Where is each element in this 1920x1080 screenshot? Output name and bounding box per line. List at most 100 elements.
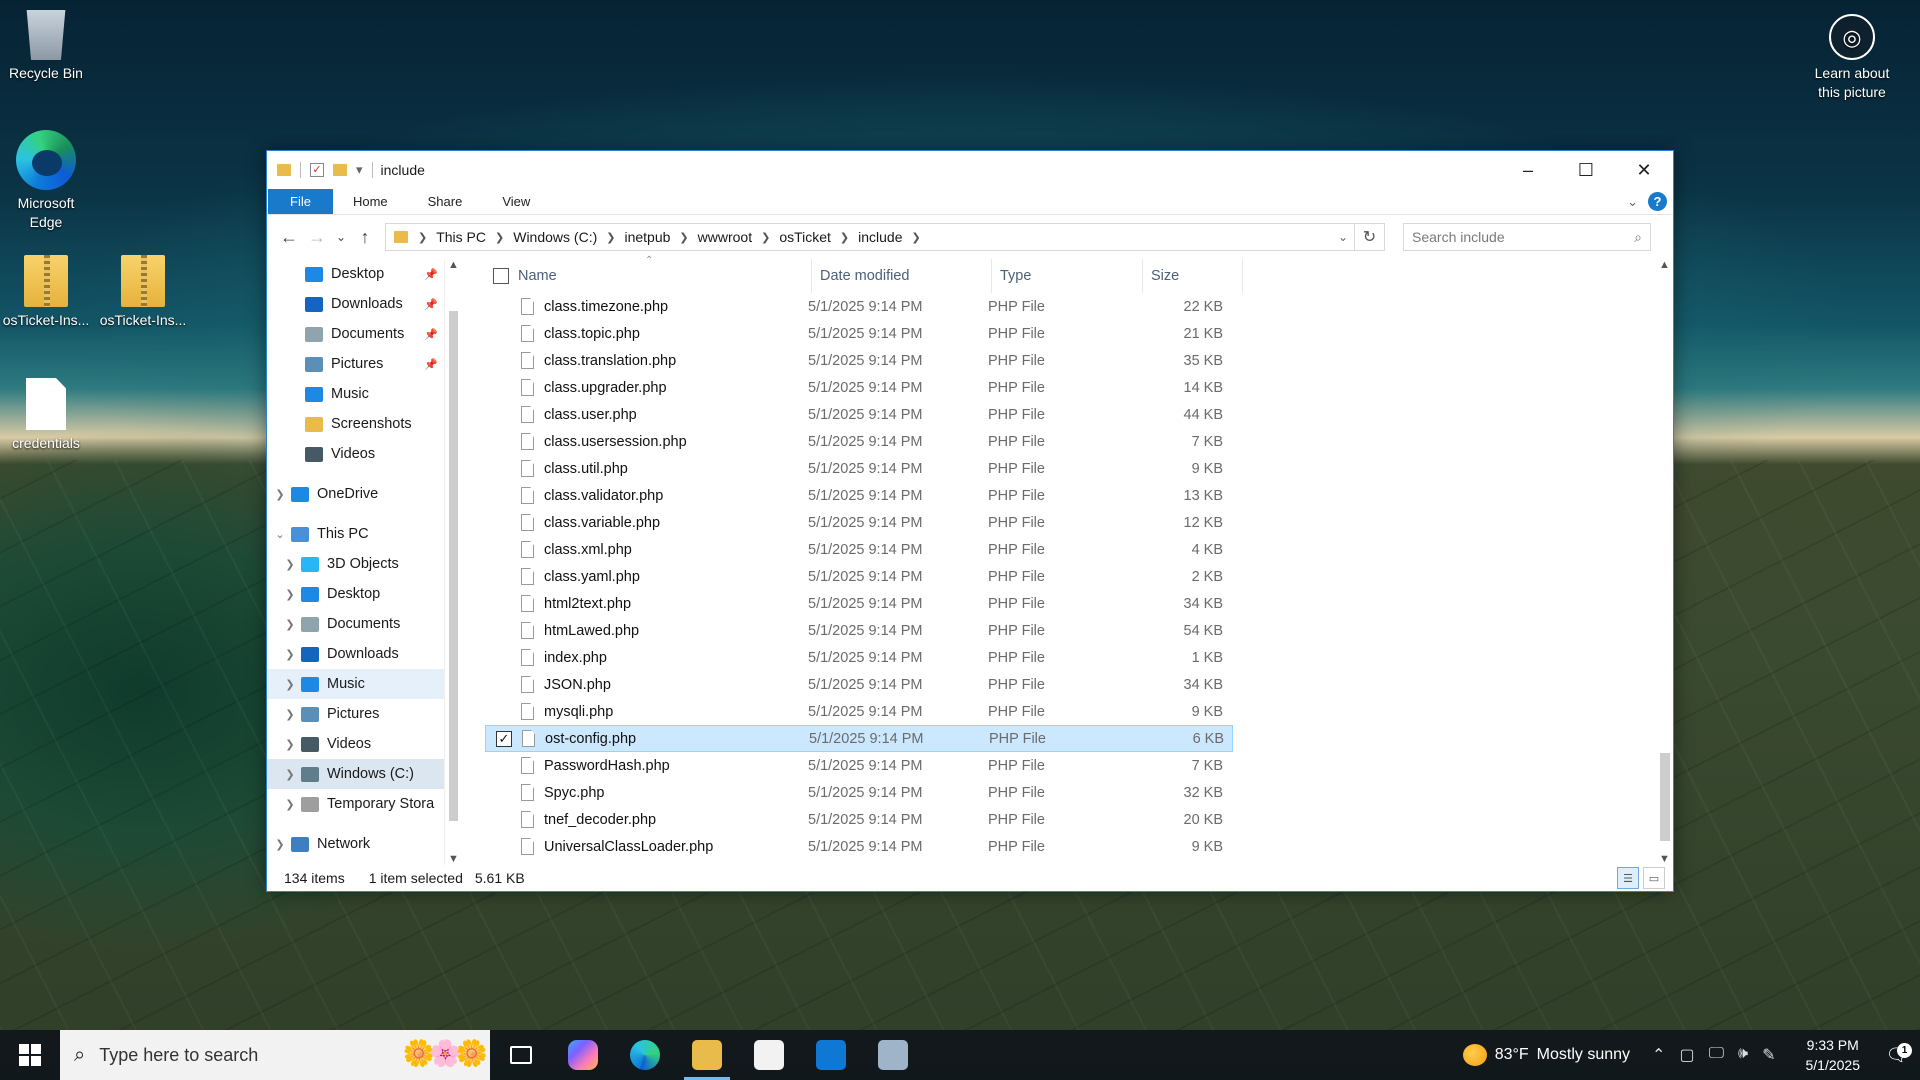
chevron-right-icon[interactable]: ❯	[283, 558, 297, 571]
column-size[interactable]: Size	[1143, 259, 1243, 293]
address-bar[interactable]: ❯ This PC ❯ Windows (C:) ❯ inetpub ❯ www…	[385, 223, 1355, 251]
help-icon[interactable]: ?	[1648, 192, 1667, 211]
taskbar-task-view-button[interactable]	[490, 1030, 552, 1080]
breadcrumb-inetpub[interactable]: inetpub	[619, 229, 675, 245]
chevron-right-icon[interactable]: ❯	[675, 231, 692, 244]
file-row[interactable]: htmLawed.php 5/1/2025 9:14 PM PHP File 54 K…	[485, 617, 1233, 644]
breadcrumb-wwwroot[interactable]: wwwroot	[693, 229, 757, 245]
chevron-right-icon[interactable]: ❯	[273, 838, 287, 851]
chevron-right-icon[interactable]: ❯	[283, 708, 297, 721]
scroll-up-icon[interactable]: ▲	[445, 259, 462, 271]
scrollbar-thumb[interactable]	[1660, 753, 1670, 841]
desktop-icon-recycle-bin[interactable]: Recycle Bin	[0, 10, 94, 83]
nav-item-pc-windows-c-[interactable]: ❯ Windows (C:)	[267, 759, 444, 789]
start-button[interactable]	[0, 1030, 60, 1080]
chevron-down-icon[interactable]: ⌄	[1338, 230, 1354, 244]
file-row[interactable]: tnef_decoder.php 5/1/2025 9:14 PM PHP File…	[485, 806, 1233, 833]
nav-item-pc-documents[interactable]: ❯ Documents	[267, 609, 444, 639]
properties-icon[interactable]: ✓	[310, 163, 324, 177]
details-view-icon[interactable]: ☰	[1617, 867, 1639, 889]
file-row[interactable]: JSON.php 5/1/2025 9:14 PM PHP File 34 KB	[485, 671, 1233, 698]
nav-item-videos[interactable]: Videos	[267, 439, 444, 469]
maximize-button[interactable]: ☐	[1557, 151, 1615, 189]
chevron-right-icon[interactable]: ❯	[283, 738, 297, 751]
file-row[interactable]: class.user.php 5/1/2025 9:14 PM PHP File 44…	[485, 401, 1233, 428]
column-type[interactable]: Type	[992, 259, 1143, 293]
chevron-right-icon[interactable]: ❯	[283, 588, 297, 601]
file-row[interactable]: Spyc.php 5/1/2025 9:14 PM PHP File 32 KB	[485, 779, 1233, 806]
nav-item-pc-music[interactable]: ❯ Music	[267, 669, 444, 699]
tab-share[interactable]: Share	[408, 189, 483, 214]
file-row[interactable]: class.variable.php 5/1/2025 9:14 PM PHP Fi…	[485, 509, 1233, 536]
desktop-icon-credentials[interactable]: credentials	[0, 378, 94, 453]
breadcrumb-include[interactable]: include	[853, 229, 907, 245]
scrollbar-thumb[interactable]	[449, 311, 458, 821]
volume-icon[interactable]: 🕪	[1738, 1045, 1748, 1065]
file-row[interactable]: class.util.php 5/1/2025 9:14 PM PHP File 9 …	[485, 455, 1233, 482]
file-scrollbar[interactable]: ▲ ▼	[1656, 259, 1673, 865]
nav-item-pc-downloads[interactable]: ❯ Downloads	[267, 639, 444, 669]
file-row[interactable]: class.translation.php 5/1/2025 9:14 PM PHP…	[485, 347, 1233, 374]
nav-item-pc-pictures[interactable]: ❯ Pictures	[267, 699, 444, 729]
row-checkbox[interactable]: ✓	[496, 730, 512, 747]
nav-item-pc-desktop[interactable]: ❯ Desktop	[267, 579, 444, 609]
expand-ribbon-icon[interactable]: ⌄	[1627, 194, 1638, 210]
desktop-icon-osticket-2[interactable]: osTicket-Ins...	[95, 255, 191, 330]
file-row[interactable]: UniversalClassLoader.php 5/1/2025 9:14 PM…	[485, 833, 1233, 860]
chevron-right-icon[interactable]: ❯	[836, 231, 853, 244]
file-row[interactable]: html2text.php 5/1/2025 9:14 PM PHP File 34 …	[485, 590, 1233, 617]
taskbar-file-explorer-button[interactable]	[676, 1030, 738, 1080]
breadcrumb-windows-c[interactable]: Windows (C:)	[508, 229, 602, 245]
up-button[interactable]: ↑	[351, 227, 379, 248]
network-icon[interactable]: 🖵	[1709, 1045, 1724, 1065]
chevron-down-icon[interactable]: ⌄	[273, 528, 287, 541]
taskbar-edge-button[interactable]	[614, 1030, 676, 1080]
clock[interactable]: 9:33 PM 5/1/2025	[1792, 1035, 1875, 1075]
nav-scrollbar[interactable]: ▲ ▼	[444, 259, 461, 865]
nav-item-documents[interactable]: Documents 📌	[267, 319, 444, 349]
scroll-down-icon[interactable]: ▼	[445, 853, 462, 865]
pen-icon[interactable]: ✎	[1762, 1045, 1775, 1065]
file-row[interactable]: index.php 5/1/2025 9:14 PM PHP File 1 KB	[485, 644, 1233, 671]
nav-item-downloads[interactable]: Downloads 📌	[267, 289, 444, 319]
nav-item-pc-videos[interactable]: ❯ Videos	[267, 729, 444, 759]
refresh-button[interactable]: ↻	[1355, 223, 1385, 251]
chevron-right-icon[interactable]: ❯	[273, 488, 287, 501]
taskbar-server-manager-button[interactable]	[862, 1030, 924, 1080]
column-name[interactable]: Name ⌃	[485, 255, 812, 293]
scroll-up-icon[interactable]: ▲	[1656, 259, 1673, 271]
chevron-right-icon[interactable]: ❯	[283, 768, 297, 781]
back-button[interactable]: ←	[275, 227, 303, 248]
taskbar-outlook-button[interactable]	[800, 1030, 862, 1080]
file-row[interactable]: class.topic.php 5/1/2025 9:14 PM PHP File 2…	[485, 320, 1233, 347]
nav-item-onedrive[interactable]: ❯ OneDrive	[267, 479, 444, 509]
chevron-right-icon[interactable]: ❯	[602, 231, 619, 244]
nav-item-pictures[interactable]: Pictures 📌	[267, 349, 444, 379]
tab-file[interactable]: File	[268, 189, 333, 214]
nav-item-pc-temporary-stora[interactable]: ❯ Temporary Stora	[267, 789, 444, 819]
tab-home[interactable]: Home	[333, 189, 408, 214]
forward-button[interactable]: →	[303, 227, 331, 248]
nav-item-desktop[interactable]: Desktop 📌	[267, 259, 444, 289]
chevron-right-icon[interactable]: ❯	[283, 618, 297, 631]
chevron-right-icon[interactable]: ❯	[908, 231, 925, 244]
notification-center[interactable]: 🗨 1	[1874, 1042, 1920, 1066]
nav-item-this-pc[interactable]: ⌄ This PC	[267, 519, 444, 549]
new-folder-icon[interactable]	[333, 164, 347, 176]
device-icon[interactable]: ▢	[1679, 1045, 1694, 1065]
large-icons-view-icon[interactable]: ▭	[1643, 867, 1665, 889]
file-row[interactable]: class.yaml.php 5/1/2025 9:14 PM PHP File 2 …	[485, 563, 1233, 590]
chevron-right-icon[interactable]: ❯	[414, 231, 431, 244]
chevron-right-icon[interactable]: ❯	[491, 231, 508, 244]
close-button[interactable]: ✕	[1615, 151, 1673, 189]
select-all-checkbox[interactable]	[493, 268, 509, 284]
taskbar-search[interactable]: ⌕ Type here to search 🌼🌸🌼	[60, 1030, 490, 1080]
taskbar-copilot-button[interactable]	[552, 1030, 614, 1080]
breadcrumb-osticket[interactable]: osTicket	[774, 229, 836, 245]
file-row[interactable]: class.timezone.php 5/1/2025 9:14 PM PHP Fi…	[485, 293, 1233, 320]
chevron-right-icon[interactable]: ❯	[757, 231, 774, 244]
file-row[interactable]: PasswordHash.php 5/1/2025 9:14 PM PHP File…	[485, 752, 1233, 779]
weather-widget[interactable]: 83°F Mostly sunny	[1462, 1044, 1652, 1066]
desktop-icon-osticket-1[interactable]: osTicket-Ins...	[0, 255, 94, 330]
taskbar-microsoft-store-button[interactable]	[738, 1030, 800, 1080]
